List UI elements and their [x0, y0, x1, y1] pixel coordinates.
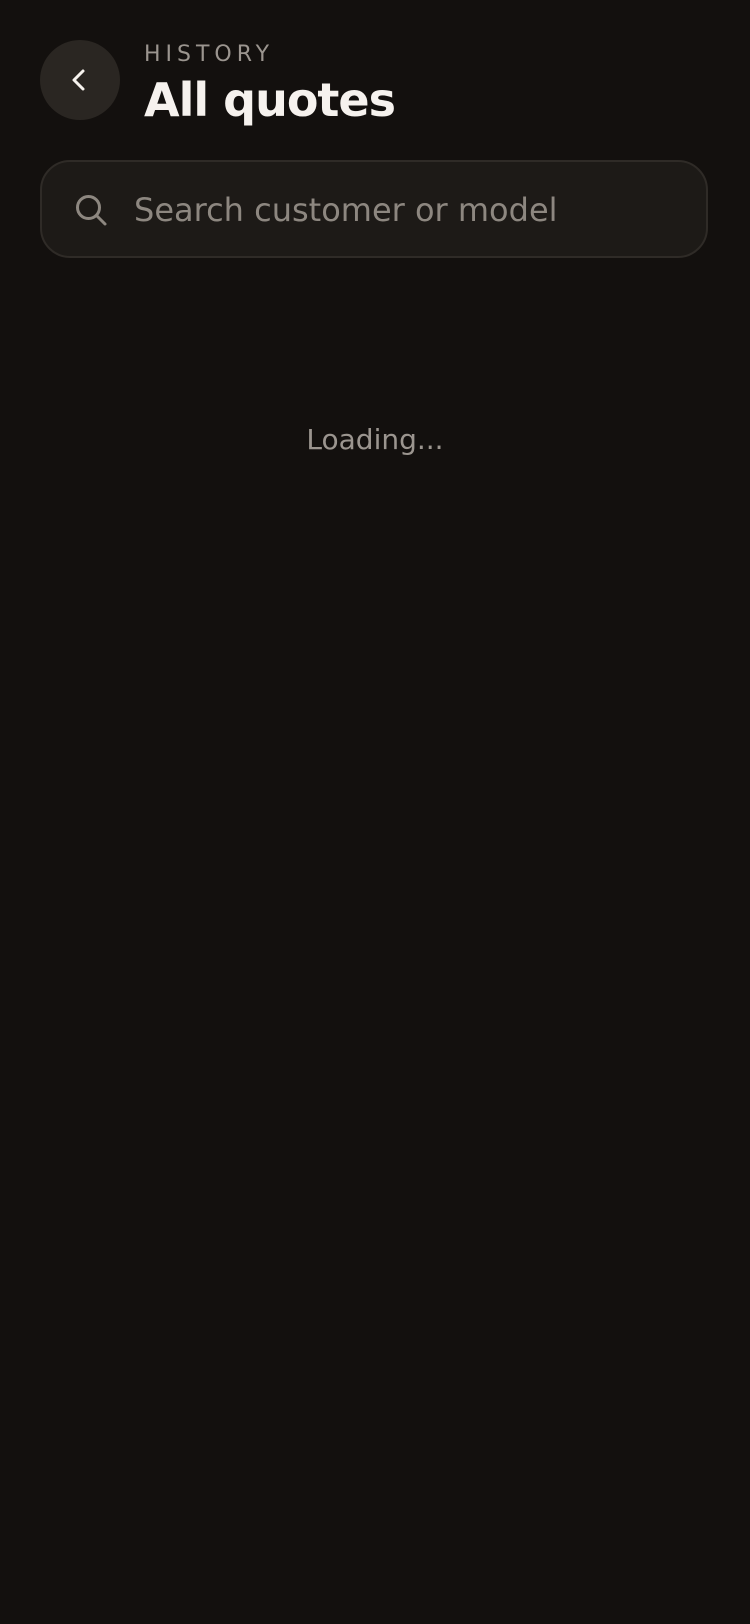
page-title: All quotes — [144, 73, 396, 127]
section-eyebrow: HISTORY — [144, 42, 275, 67]
search-input[interactable] — [134, 184, 684, 236]
loading-indicator: Loading... — [306, 423, 444, 456]
page-header: HISTORY All quotes — [40, 40, 710, 130]
quotes-history-screen: HISTORY All quotes Loading... — [0, 0, 750, 1624]
chevron-left-icon — [66, 66, 94, 94]
search-bar[interactable] — [40, 160, 708, 258]
search-icon — [74, 193, 108, 227]
back-button[interactable] — [40, 40, 120, 120]
